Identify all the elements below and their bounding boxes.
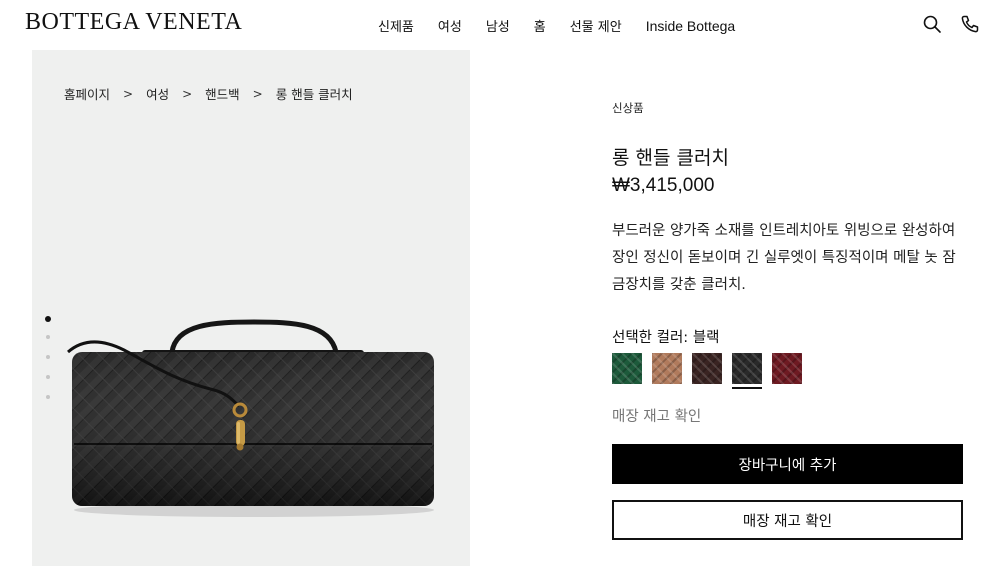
product-description: 부드러운 양가죽 소재를 인트레치아토 위빙으로 완성하여 장인 정신이 돋보이…: [612, 223, 956, 293]
nav-item-men[interactable]: 남성: [486, 16, 510, 35]
breadcrumb-current: 롱 핸들 클러치: [275, 87, 353, 102]
gallery-dot[interactable]: [46, 335, 50, 339]
breadcrumb-women[interactable]: 여성: [146, 84, 169, 103]
phone-icon[interactable]: [960, 14, 980, 34]
site-header: BOTTEGA VENETA 신제품 여성 남성 홈 선물 제안 Inside …: [0, 0, 1000, 50]
swatch-black[interactable]: [732, 353, 762, 384]
swatch-green[interactable]: [612, 353, 642, 384]
nav-item-women[interactable]: 여성: [438, 16, 462, 35]
breadcrumb-separator: >: [252, 86, 263, 101]
main-nav: 신제품 여성 남성 홈 선물 제안 Inside Bottega: [378, 16, 736, 36]
brand-logo[interactable]: BOTTEGA VENETA: [25, 9, 242, 36]
product-gallery: 홈페이지 > 여성 > 핸드백 > 롱 핸들 클러치: [32, 50, 470, 566]
breadcrumb-home[interactable]: 홈페이지: [64, 84, 110, 103]
gallery-pagination: [45, 316, 51, 415]
product-price: ₩3,415,000: [612, 175, 715, 196]
color-value: 블랙: [692, 330, 720, 346]
breadcrumb-separator: >: [182, 86, 193, 101]
gallery-dot[interactable]: [46, 395, 50, 399]
selected-color: 선택한 컬러: 블랙: [612, 326, 720, 347]
product-title: 롱 핸들 클러치: [612, 147, 729, 169]
nav-item-gifts[interactable]: 선물 제안: [570, 16, 622, 35]
swatch-dark-brown[interactable]: [692, 353, 722, 384]
gallery-dot[interactable]: [46, 375, 50, 379]
check-stock-link[interactable]: 매장 재고 확인: [612, 405, 701, 426]
swatch-burgundy[interactable]: [772, 353, 802, 384]
swatch-tan[interactable]: [652, 353, 682, 384]
color-swatches: [612, 353, 812, 384]
check-stock-button[interactable]: 매장 재고 확인: [612, 500, 963, 540]
search-icon[interactable]: [922, 14, 942, 34]
color-label: 선택한 컬러:: [612, 330, 689, 346]
selected-swatch-indicator: [732, 387, 762, 389]
nav-item-new[interactable]: 신제품: [378, 16, 414, 35]
add-to-cart-button[interactable]: 장바구니에 추가: [612, 444, 963, 484]
gallery-dot[interactable]: [45, 316, 51, 322]
product-image[interactable]: [64, 310, 440, 520]
breadcrumb-handbags[interactable]: 핸드백: [205, 84, 240, 103]
new-badge: 신상품: [612, 101, 644, 115]
nav-item-home[interactable]: 홈: [534, 16, 546, 35]
gallery-dot[interactable]: [46, 355, 50, 359]
nav-item-inside-bottega[interactable]: Inside Bottega: [646, 18, 736, 34]
breadcrumb-separator: >: [123, 86, 134, 101]
breadcrumb: 홈페이지 > 여성 > 핸드백 > 롱 핸들 클러치: [64, 84, 353, 103]
